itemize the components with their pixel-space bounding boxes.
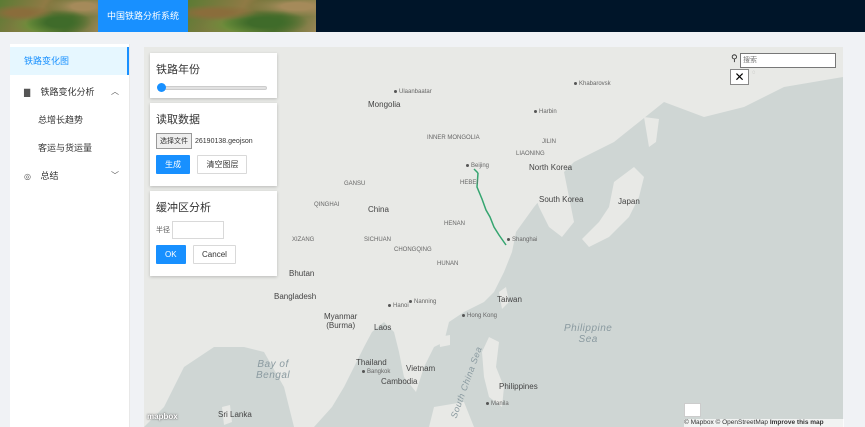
- radius-label: 半径: [156, 227, 170, 234]
- label-cambodia: Cambodia: [381, 377, 418, 386]
- sidebar-item-railway-analysis[interactable]: ▇ 铁路变化分析 ︿: [10, 78, 129, 106]
- label-bangladesh: Bangladesh: [274, 292, 317, 301]
- sidebar-item-label: 客运与货运量: [38, 143, 93, 153]
- label-harbin: Harbin: [534, 109, 557, 115]
- sidebar-item-label: 总结: [40, 171, 59, 181]
- top-header: 中国铁路分析系统: [0, 0, 865, 32]
- clear-layers-button[interactable]: 清空图层: [197, 155, 248, 174]
- chevron-up-icon: ︿: [111, 87, 119, 96]
- label-chongqing: CHONGQING: [394, 247, 432, 253]
- label-manila: Manila: [486, 401, 509, 407]
- label-sichuan: SICHUAN: [364, 237, 392, 243]
- read-data-panel: 读取数据 选择文件 26190138.geojson 生成 清空图层: [150, 103, 277, 186]
- label-japan: Japan: [618, 197, 640, 206]
- label-philippines: Philippines: [499, 382, 538, 391]
- label-nanning: Nanning: [409, 299, 436, 305]
- sidebar-item-growth-trend[interactable]: 总增长趋势: [10, 106, 129, 134]
- label-liaoning: LIAONING: [516, 151, 545, 157]
- label-philippine-sea: Philippine Sea: [564, 323, 613, 345]
- label-hebei: HEBEI: [460, 180, 479, 186]
- loading-icon: ◌: [752, 70, 756, 76]
- label-henan: HENAN: [444, 221, 466, 227]
- map-info-button[interactable]: [684, 403, 701, 417]
- label-hunan: HUNAN: [437, 261, 459, 267]
- app-title-tab[interactable]: 中国铁路分析系统: [98, 0, 188, 32]
- map-search-input[interactable]: [740, 53, 836, 68]
- label-gansu: GANSU: [344, 181, 366, 187]
- label-south-korea: South Korea: [539, 195, 584, 204]
- sidebar-item-label: 铁路变化分析: [40, 87, 95, 97]
- label-laos: Laos: [374, 323, 392, 332]
- label-mongolia: Mongolia: [368, 100, 401, 109]
- label-hanoi: Hanoi: [388, 303, 409, 309]
- label-taiwan: Taiwan: [497, 295, 522, 304]
- slider-track[interactable]: [162, 86, 267, 90]
- label-thailand: Thailand: [356, 358, 387, 367]
- label-bangkok: Bangkok: [362, 369, 390, 375]
- label-jilin: JILIN: [542, 139, 557, 145]
- label-inner-mongolia: INNER MONGOLIA: [427, 135, 480, 141]
- ok-button[interactable]: OK: [156, 245, 186, 264]
- label-khabarovsk: Khabarovsk: [574, 81, 611, 87]
- panel-title: 缓冲区分析: [156, 202, 211, 214]
- slider-handle[interactable]: [157, 83, 166, 92]
- year-slider[interactable]: [156, 83, 271, 93]
- sidebar-item-label: 铁路变化图: [24, 56, 70, 66]
- buffer-analysis-panel: 缓冲区分析 半径 OK Cancel: [150, 191, 277, 276]
- label-bhutan: Bhutan: [289, 269, 315, 278]
- chart-icon: ▇: [24, 88, 31, 97]
- summary-icon: ◎: [24, 172, 31, 181]
- label-vietnam: Vietnam: [406, 364, 436, 373]
- label-north-korea: North Korea: [529, 163, 573, 172]
- label-ulaanbaatar: Ulaanbaatar: [394, 89, 432, 95]
- header-banner-image-left: [0, 0, 98, 32]
- cancel-button[interactable]: Cancel: [193, 245, 236, 264]
- sidebar-item-label: 总增长趋势: [38, 115, 84, 125]
- header-banner-image-right: [188, 0, 316, 32]
- map-attribution[interactable]: © Mapbox © OpenStreetMap Improve this ma…: [684, 419, 844, 427]
- file-name: 26190138.geojson: [195, 137, 253, 145]
- sidebar-menu: 铁路变化图 ▇ 铁路变化分析 ︿ 总增长趋势 客运与货运量 ◎ 总结 ﹀: [10, 44, 130, 427]
- label-sri-lanka: Sri Lanka: [218, 410, 252, 419]
- label-myanmar: Myanmar (Burma): [324, 312, 358, 330]
- radius-input[interactable]: [172, 221, 224, 239]
- label-beijing: Beijing: [466, 163, 489, 169]
- close-search-button[interactable]: ✕: [730, 69, 749, 85]
- label-shanghai: Shanghai: [507, 237, 537, 243]
- panel-title: 读取数据: [156, 114, 200, 126]
- label-xizang: XIZANG: [292, 237, 315, 243]
- panel-title: 铁路年份: [156, 64, 200, 76]
- sidebar-item-passenger-freight[interactable]: 客运与货运量: [10, 134, 129, 162]
- label-hong-kong: Hong Kong: [462, 313, 497, 319]
- label-china: China: [368, 205, 389, 214]
- year-panel: 铁路年份: [150, 53, 277, 98]
- label-qinghai: QINGHAI: [314, 202, 340, 208]
- chevron-down-icon: ﹀: [111, 171, 119, 180]
- generate-button[interactable]: 生成: [156, 155, 190, 174]
- choose-file-button[interactable]: 选择文件: [156, 133, 192, 149]
- mapbox-logo[interactable]: mapbox: [147, 412, 178, 421]
- sidebar-item-railway-change-map[interactable]: 铁路变化图: [10, 47, 129, 75]
- sidebar-item-summary[interactable]: ◎ 总结 ﹀: [10, 162, 129, 190]
- label-bay-of-bengal: Bay of Bengal: [256, 359, 291, 381]
